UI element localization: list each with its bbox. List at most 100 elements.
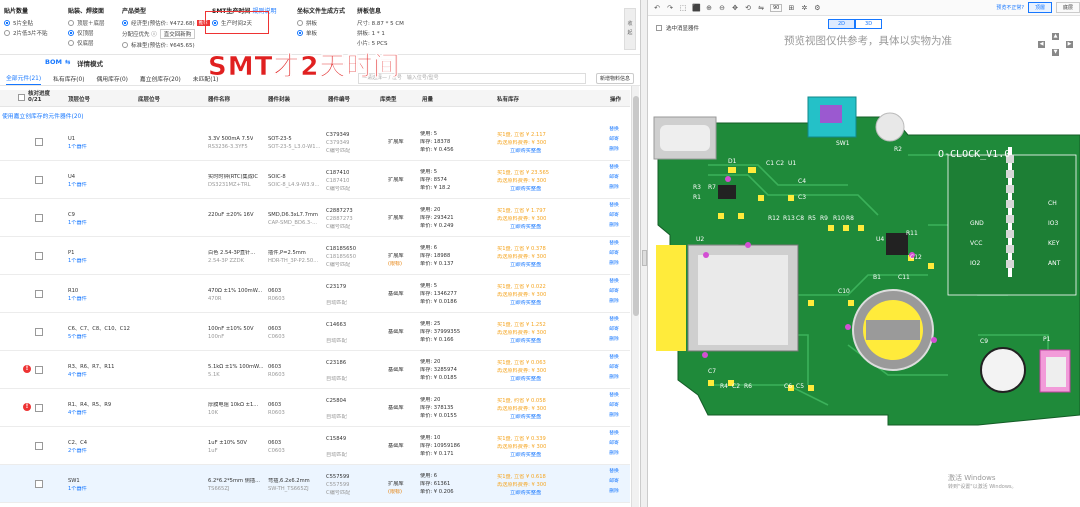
arrow-right-icon[interactable]: ▶: [1066, 41, 1073, 48]
swap-icon[interactable]: ⇆: [65, 58, 70, 66]
row-checkbox[interactable]: [35, 214, 43, 222]
mail-button[interactable]: 邮寄: [604, 363, 624, 373]
th-lib[interactable]: 库类型: [380, 95, 397, 103]
ref-link[interactable]: 4个器件: [68, 410, 87, 417]
side-option[interactable]: 顶层＋底层: [68, 19, 105, 27]
pos-file-option[interactable]: 拼板: [297, 19, 345, 27]
ref-link[interactable]: 1个器件: [68, 144, 87, 151]
delete-button[interactable]: 删除: [604, 487, 624, 497]
zoom-in-icon[interactable]: ⊕: [705, 4, 713, 12]
table-row[interactable]: U1 1个器件 3.3V 500mA 7.5V RS3236-3.3YF5 SOT-23…: [0, 123, 630, 161]
replace-button[interactable]: 替换: [604, 163, 624, 173]
panel-splitter[interactable]: [640, 0, 648, 507]
ref-link[interactable]: 1个器件: [68, 486, 87, 493]
radio-icon[interactable]: [122, 20, 128, 26]
th-ref[interactable]: 顶层位号: [68, 95, 90, 103]
radio-icon[interactable]: [4, 30, 10, 36]
table-row[interactable]: U4 1个器件 实时时钟(RTC)集成IC DS3231MZ+TRL SOIC-8 SOI…: [0, 161, 630, 199]
radio-icon[interactable]: [297, 30, 303, 36]
row-checkbox[interactable]: [35, 404, 43, 412]
buy-reel-link[interactable]: 立即购买整盘: [510, 300, 541, 307]
bottom-side-button[interactable]: 底层: [1055, 2, 1080, 13]
radio-icon[interactable]: [68, 40, 74, 46]
ref-link[interactable]: 2个器件: [68, 448, 87, 455]
scrollbar-thumb[interactable]: [633, 96, 639, 316]
table-row[interactable]: ! R1、R4、R5、R9 4个器件 厚膜电阻 10kΩ ±1... 10K 0603 R0…: [0, 389, 630, 427]
pan-icon[interactable]: ✥: [731, 4, 739, 12]
replace-button[interactable]: 替换: [604, 391, 624, 401]
detail-mode-label[interactable]: 详情模式: [77, 58, 103, 68]
priority-dropdown[interactable]: 直交回新购: [159, 29, 196, 39]
row-checkbox[interactable]: [35, 290, 43, 298]
replace-button[interactable]: 替换: [604, 125, 624, 135]
mail-button[interactable]: 邮寄: [604, 249, 624, 259]
replace-button[interactable]: 替换: [604, 353, 624, 363]
th-private-stock[interactable]: 私有库存: [497, 95, 519, 103]
ref-link[interactable]: 1个器件: [68, 220, 87, 227]
ref-link[interactable]: 5个器件: [68, 334, 87, 341]
buy-reel-link[interactable]: 立即购买整盘: [510, 148, 541, 155]
buy-reel-link[interactable]: 立即购买整盘: [510, 224, 541, 231]
view-2d-button[interactable]: 2D: [828, 19, 856, 29]
fit-icon[interactable]: ⬚: [679, 4, 687, 12]
qty-option[interactable]: 5片全贴: [4, 19, 48, 27]
table-row[interactable]: R10 1个器件 470Ω ±1% 100mW... 470R 0603 R0603 C23…: [0, 275, 630, 313]
delete-button[interactable]: 删除: [604, 449, 624, 459]
arrow-up-icon[interactable]: ▲: [1052, 33, 1059, 40]
th-name[interactable]: 器件名称: [208, 95, 230, 103]
ref-link[interactable]: 4个器件: [68, 372, 87, 379]
side-option[interactable]: 仅顶层: [68, 29, 105, 37]
table-row[interactable]: C6、C7、C8、C10、C12 5个器件 100nF ±10% 50V 100nF 0…: [0, 313, 630, 351]
row-checkbox[interactable]: [35, 328, 43, 336]
mail-button[interactable]: 邮寄: [604, 287, 624, 297]
buy-reel-link[interactable]: 立即购买整盘: [510, 452, 541, 459]
buy-reel-link[interactable]: 立即购买整盘: [510, 490, 541, 497]
collapse-button[interactable]: 收起: [624, 8, 636, 50]
product-option[interactable]: 经济型(预估价: ¥472.68) 推荐: [122, 19, 210, 27]
radio-icon[interactable]: [68, 20, 74, 26]
delete-button[interactable]: 删除: [604, 259, 624, 269]
product-option[interactable]: 标准型(预估价: ¥645.65): [122, 41, 210, 49]
select-all-checkbox[interactable]: [18, 94, 25, 101]
delete-button[interactable]: 删除: [604, 221, 624, 231]
rotate-icon[interactable]: ⟲: [744, 4, 752, 12]
tab-jlc[interactable]: 嘉立创库存(20): [140, 74, 181, 83]
replace-button[interactable]: 替换: [604, 277, 624, 287]
splitter-grip[interactable]: [642, 250, 647, 266]
replace-button[interactable]: 替换: [604, 429, 624, 439]
qty-option[interactable]: 2片低3片不贴: [4, 29, 48, 37]
table-scrollbar[interactable]: [631, 86, 639, 507]
replace-button[interactable]: 替换: [604, 315, 624, 325]
pos-file-option[interactable]: 单板: [297, 29, 345, 37]
table-row[interactable]: C2、C4 2个器件 1uF ±10% 50V 1uF 0603 C0603 C15849 自…: [0, 427, 630, 465]
buy-reel-link[interactable]: 立即购买整盘: [510, 262, 541, 269]
row-checkbox[interactable]: [35, 366, 43, 374]
delete-button[interactable]: 删除: [604, 145, 624, 155]
mail-button[interactable]: 邮寄: [604, 135, 624, 145]
zoom-level[interactable]: 90: [770, 3, 783, 12]
th-use[interactable]: 用量: [422, 95, 433, 103]
tab-private[interactable]: 私有库存(0): [53, 74, 84, 83]
new-material-button[interactable]: 新增物料信息: [595, 73, 634, 84]
tab-occasional[interactable]: 偶用库存(0): [97, 74, 128, 83]
row-checkbox[interactable]: [35, 442, 43, 450]
delete-button[interactable]: 删除: [604, 297, 624, 307]
replace-button[interactable]: 替换: [604, 467, 624, 477]
buy-reel-link[interactable]: 立即购买整盘: [510, 376, 541, 383]
redo-icon[interactable]: ↷: [666, 4, 674, 12]
ref-link[interactable]: 1个器件: [68, 296, 87, 303]
mail-button[interactable]: 邮寄: [604, 211, 624, 221]
radio-icon[interactable]: [122, 42, 128, 48]
th-bottom-ref[interactable]: 底层位号: [138, 95, 160, 103]
radio-icon[interactable]: [297, 20, 303, 26]
table-row[interactable]: SW1 1个器件 6.2*6.2*5mm 侧插... TS665ZJ 弯插,6.2x6.…: [0, 465, 630, 503]
settings-icon[interactable]: ⚙: [813, 4, 821, 12]
tab-all[interactable]: 全部元件(21): [6, 73, 42, 85]
replace-button[interactable]: 替换: [604, 201, 624, 211]
row-checkbox[interactable]: [35, 176, 43, 184]
mail-button[interactable]: 邮寄: [604, 439, 624, 449]
delete-button[interactable]: 删除: [604, 411, 624, 421]
table-row[interactable]: ! R3、R6、R7、R11 4个器件 5.1kΩ ±1% 100mW... 5.1K 0…: [0, 351, 630, 389]
preview-help-link[interactable]: 预览不正常?: [996, 4, 1024, 11]
replace-button[interactable]: 替换: [604, 239, 624, 249]
